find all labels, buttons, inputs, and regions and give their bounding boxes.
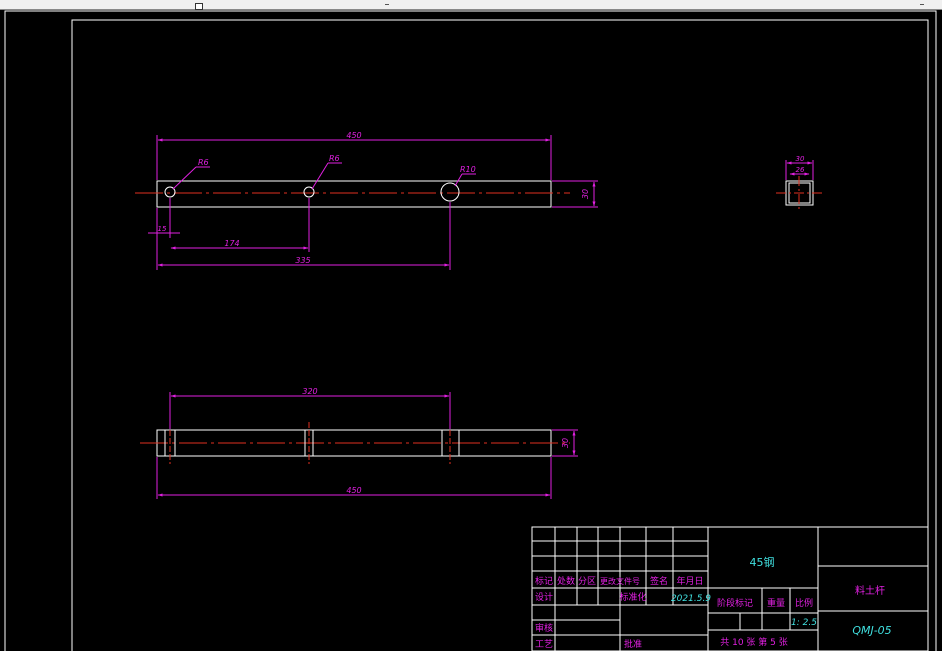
hdr-date: 年月日 [676, 575, 703, 587]
date-value: 2021.5.9 [671, 594, 711, 604]
material-label: 45钢 [750, 556, 775, 569]
dim-hole1-label: 15 [158, 225, 167, 233]
leader-hole-3 [454, 173, 463, 187]
hole-3-radius-label: R10 [460, 165, 476, 174]
scale-label: 比例 [795, 597, 813, 609]
sheet-info: 共 10 张 第 5 张 [720, 636, 787, 648]
sheet-outer-border [4, 10, 937, 651]
hdr-zone: 分区 [578, 576, 596, 587]
hdr-mark: 标记 [535, 575, 553, 587]
top-view: 450 R6 R6 R10 30 15 174 335 [135, 131, 598, 270]
drawing-canvas[interactable]: 450 R6 R6 R10 30 15 174 335 30 26 320 30… [0, 0, 942, 651]
leader-hole-2 [311, 162, 329, 190]
design-label: 设计 [535, 591, 553, 603]
title-block-text: 45钢 料土杆 QMJ-05 标记 处数 分区 更改文件号 签名 年月日 设计 … [535, 556, 892, 650]
scale-value: 1: 2.5 [791, 618, 817, 628]
approve-label: 批准 [624, 638, 642, 650]
dim-overall-label: 450 [346, 131, 361, 140]
side-view: 30 26 [776, 155, 824, 212]
weight-label: 重量 [767, 597, 785, 609]
drawing-number: QMJ-05 [852, 624, 891, 637]
review-label: 审核 [535, 622, 553, 634]
dim-span-label: 320 [302, 387, 317, 396]
stage-label: 阶段标记 [717, 597, 753, 609]
front-view: 320 30 450 [140, 387, 578, 499]
drawing-frame [71, 19, 929, 651]
hdr-sign: 签名 [650, 575, 668, 587]
hole-2-radius-label: R6 [329, 154, 340, 163]
hole-1-radius-label: R6 [198, 158, 209, 167]
hole-3 [440, 182, 460, 202]
dim-height-label: 30 [581, 189, 590, 199]
part-name: 料土杆 [855, 584, 885, 597]
hdr-change-doc: 更改文件号 [600, 576, 640, 586]
dim-hole3-label: 335 [295, 256, 310, 265]
dim-inner-label: 26 [796, 166, 805, 174]
process-label: 工艺 [535, 639, 553, 650]
hdr-count: 处数 [557, 575, 575, 587]
leader-hole-1 [172, 166, 197, 190]
dim-outer-label: 30 [796, 155, 805, 163]
bar-outline [156, 180, 552, 208]
standardize-label: 标准化 [619, 591, 646, 603]
dim-hole2-label: 174 [224, 239, 239, 248]
dim-overall-label: 450 [346, 486, 361, 495]
dim-height-label: 30 [561, 438, 570, 448]
